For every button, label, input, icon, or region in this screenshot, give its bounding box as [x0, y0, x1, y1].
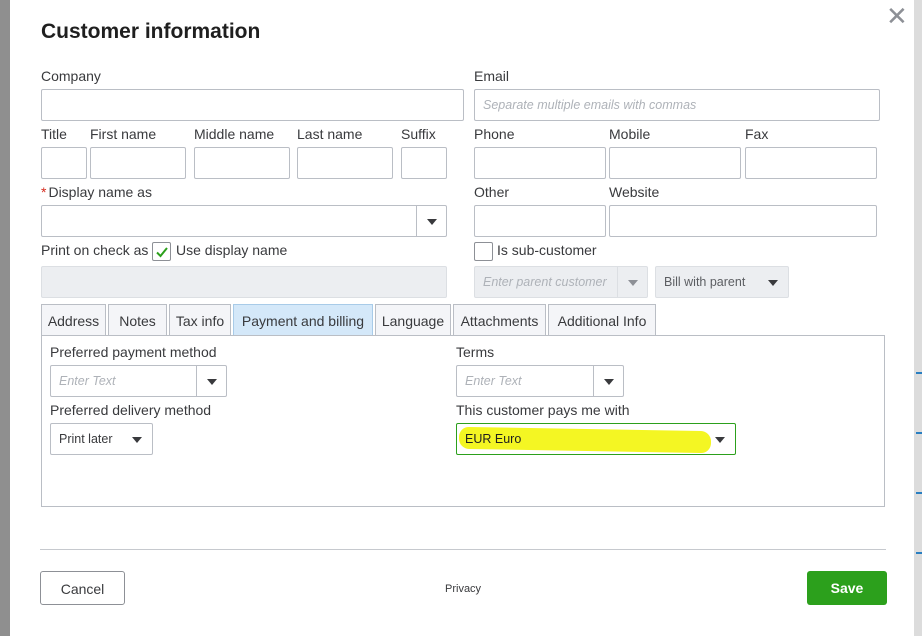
email-label: Email	[474, 68, 510, 84]
chevron-down-icon	[768, 280, 778, 286]
preferred-payment-dropdown-button[interactable]	[196, 366, 226, 396]
bill-with-parent-select[interactable]: Bill with parent	[655, 266, 789, 298]
cancel-button[interactable]: Cancel	[40, 571, 125, 605]
footer-divider	[40, 549, 886, 550]
currency-value: EUR Euro	[465, 432, 522, 446]
parent-customer-select[interactable]: Enter parent customer	[474, 266, 648, 298]
chevron-down-icon	[132, 437, 142, 443]
privacy-link[interactable]: Privacy	[445, 583, 481, 595]
chevron-down-icon	[627, 280, 638, 286]
preferred-payment-select[interactable]: Enter Text	[50, 365, 227, 397]
print-on-check-label: Print on check as	[41, 242, 149, 258]
other-input[interactable]	[474, 205, 606, 237]
title-label: Title	[41, 126, 67, 142]
dialog-title: Customer information	[41, 20, 261, 43]
close-icon[interactable]: ✕	[886, 3, 908, 29]
use-display-name-checkbox[interactable]	[152, 242, 171, 261]
save-button[interactable]: Save	[807, 571, 887, 605]
middle-name-label: Middle name	[194, 126, 275, 142]
display-name-dropdown-button[interactable]	[416, 206, 446, 236]
fax-label: Fax	[745, 126, 769, 142]
tab-language[interactable]: Language	[375, 304, 451, 336]
display-name-label-text: Display name as	[48, 184, 152, 200]
background-overlay-right	[914, 0, 922, 636]
tab-attachments[interactable]: Attachments	[453, 304, 546, 336]
currency-select[interactable]: EUR Euro	[456, 423, 736, 455]
currency-dropdown-button[interactable]	[705, 424, 735, 454]
tab-payment-and-billing[interactable]: Payment and billing	[233, 304, 373, 336]
last-name-label: Last name	[297, 126, 363, 142]
bill-with-parent-dropdown-button[interactable]	[758, 267, 788, 297]
suffix-input[interactable]	[401, 147, 447, 179]
preferred-payment-label: Preferred payment method	[50, 344, 217, 360]
preferred-delivery-dropdown-button[interactable]	[122, 424, 152, 454]
email-placeholder: Separate multiple emails with commas	[483, 98, 697, 112]
middle-name-input[interactable]	[194, 147, 290, 179]
is-sub-customer-label: Is sub-customer	[497, 242, 597, 258]
company-input[interactable]	[41, 89, 464, 121]
display-name-select[interactable]	[41, 205, 447, 237]
parent-customer-dropdown-button[interactable]	[617, 267, 647, 297]
other-label: Other	[474, 184, 510, 200]
terms-placeholder: Enter Text	[465, 374, 522, 388]
print-on-check-input[interactable]	[41, 266, 447, 298]
chevron-down-icon	[426, 219, 437, 225]
email-input[interactable]: Separate multiple emails with commas	[474, 89, 880, 121]
phone-label: Phone	[474, 126, 515, 142]
tab-address[interactable]: Address	[41, 304, 106, 336]
mobile-input[interactable]	[609, 147, 741, 179]
preferred-payment-placeholder: Enter Text	[59, 374, 116, 388]
website-input[interactable]	[609, 205, 877, 237]
chevron-down-icon	[715, 437, 725, 443]
first-name-input[interactable]	[90, 147, 186, 179]
terms-dropdown-button[interactable]	[593, 366, 623, 396]
preferred-delivery-value: Print later	[59, 432, 113, 446]
tab-additional-info[interactable]: Additional Info	[548, 304, 656, 336]
checkmark-icon	[156, 247, 168, 258]
mobile-label: Mobile	[609, 126, 651, 142]
background-overlay-left	[0, 0, 10, 636]
terms-select[interactable]: Enter Text	[456, 365, 624, 397]
preferred-delivery-select[interactable]: Print later	[50, 423, 153, 455]
display-name-label: * Display name as	[41, 184, 152, 200]
bill-with-parent-value: Bill with parent	[664, 275, 746, 289]
pays-with-label: This customer pays me with	[456, 402, 630, 418]
chevron-down-icon	[206, 379, 217, 385]
tab-notes[interactable]: Notes	[108, 304, 167, 336]
fax-input[interactable]	[745, 147, 877, 179]
phone-input[interactable]	[474, 147, 606, 179]
required-marker: *	[41, 184, 47, 200]
terms-label: Terms	[456, 344, 495, 360]
parent-customer-placeholder: Enter parent customer	[483, 275, 607, 289]
title-input[interactable]	[41, 147, 87, 179]
is-sub-customer-checkbox[interactable]	[474, 242, 493, 261]
website-label: Website	[609, 184, 660, 200]
chevron-down-icon	[603, 379, 614, 385]
preferred-delivery-label: Preferred delivery method	[50, 402, 212, 418]
customer-information-dialog: Customer information ✕ Company Email Sep…	[10, 0, 914, 636]
use-display-name-label: Use display name	[176, 242, 288, 258]
suffix-label: Suffix	[401, 126, 436, 142]
company-label: Company	[41, 68, 101, 84]
payment-billing-panel: Preferred payment method Enter Text Term…	[41, 335, 885, 507]
first-name-label: First name	[90, 126, 157, 142]
last-name-input[interactable]	[297, 147, 393, 179]
tab-tax-info[interactable]: Tax info	[169, 304, 231, 336]
